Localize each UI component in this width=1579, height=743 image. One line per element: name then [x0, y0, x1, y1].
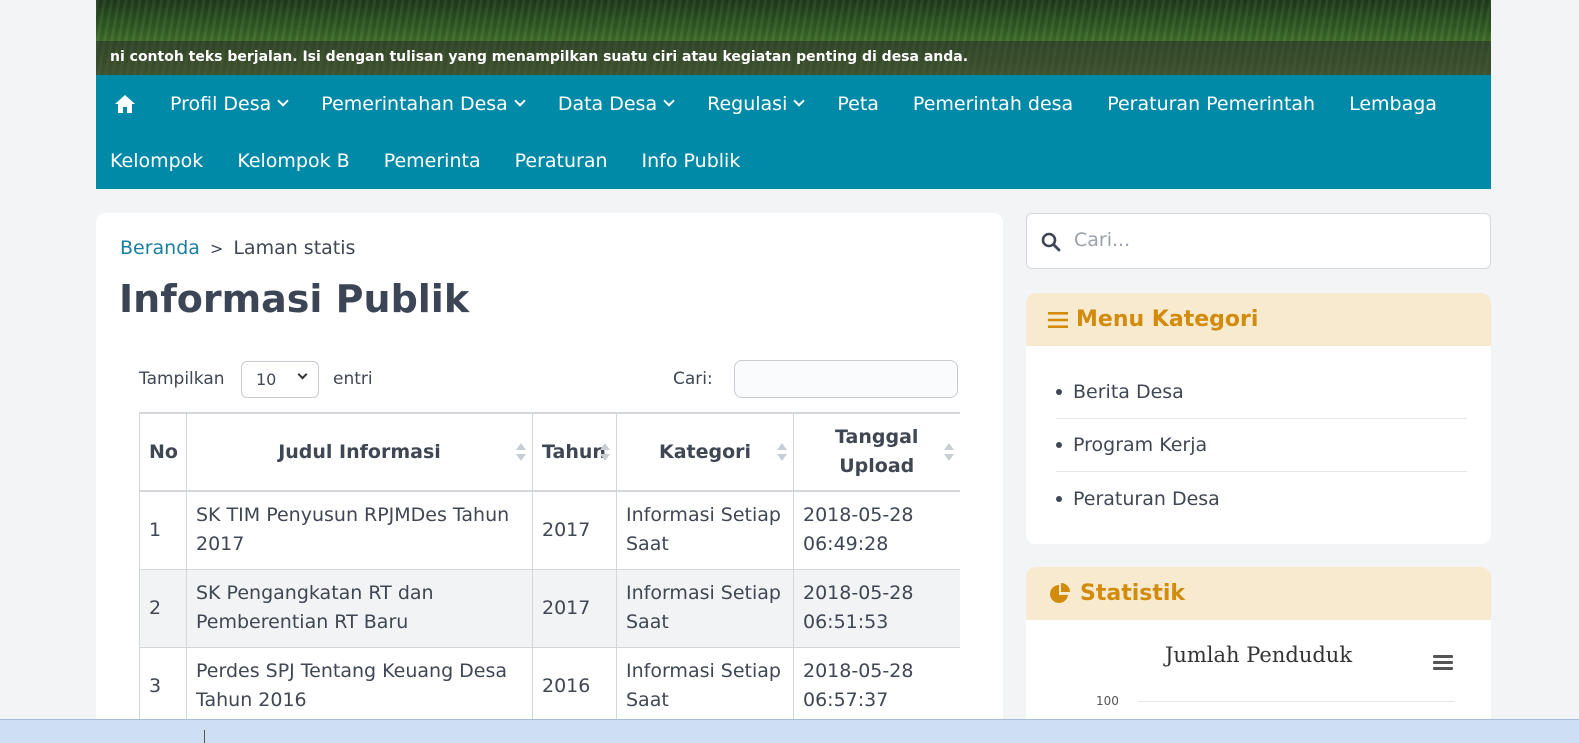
- chevron-down-icon: [663, 95, 675, 107]
- sort-icon: [600, 443, 610, 461]
- home-icon[interactable]: [96, 94, 153, 114]
- main-content-card: Beranda > Laman statis Informasi Publik …: [96, 213, 1003, 743]
- column-header-no[interactable]: No: [139, 412, 187, 492]
- sort-icon: [943, 443, 954, 461]
- nav-item-pemerintah-desa[interactable]: Pemerintah desa: [896, 93, 1090, 115]
- table-cell: Informasi Setiap Saat: [616, 568, 794, 648]
- table-cell: 2017: [532, 568, 617, 648]
- main-navbar: Profil Desa Pemerintahan Desa Data Desa Reg…: [96, 75, 1491, 189]
- menu-kategori-widget: Menu Kategori Berita Desa Program Kerja Pe…: [1026, 293, 1491, 544]
- category-item[interactable]: Program Kerja: [1056, 419, 1467, 472]
- nav-item-label: Regulasi: [707, 92, 788, 115]
- nav-item-pemerintahan-desa[interactable]: Pemerintahan Desa: [304, 93, 541, 115]
- nav-item-label: Peta: [837, 92, 879, 115]
- header-label: Judul Informasi: [278, 441, 441, 463]
- nav-item-label: Profil Desa: [170, 92, 272, 115]
- header-label: Tahun: [542, 441, 606, 463]
- nav-item-label: Lembaga: [1349, 92, 1437, 115]
- entries-length-value: 10: [256, 370, 277, 389]
- chart-title: Jumlah Penduduk: [1164, 643, 1353, 667]
- table-search-label: Cari:: [673, 369, 713, 389]
- table-cell[interactable]: SK Pengangkatan RT dan Pemberentian RT B…: [186, 568, 533, 648]
- table-cell: 1: [139, 490, 187, 570]
- sidebar-search-input[interactable]: Cari...: [1026, 213, 1491, 269]
- chart-menu-icon[interactable]: [1433, 655, 1453, 673]
- nav-row-2: Kelompok Kelompok B Pemerinta Peraturan Info…: [96, 132, 757, 189]
- bottom-status-bar: [0, 719, 1579, 743]
- nav-item-regulasi[interactable]: Regulasi: [690, 93, 820, 115]
- chevron-down-icon: [277, 95, 289, 107]
- table-cell[interactable]: SK TIM Penyusun RPJMDes Tahun 2017: [186, 490, 533, 570]
- sort-icon: [516, 443, 526, 461]
- nav-item-label: Pemerintah desa: [912, 92, 1074, 115]
- nav-item-pemerinta[interactable]: Pemerinta: [367, 150, 498, 172]
- table-row: 3 Perdes SPJ Tentang Keuang Desa Tahun 20…: [139, 646, 960, 726]
- search-placeholder: Cari...: [1074, 229, 1131, 251]
- chevron-down-icon: [297, 369, 308, 380]
- show-entries-label: Tampilkan: [139, 369, 225, 389]
- statistik-widget: Statistik Jumlah Penduduk 100: [1026, 567, 1491, 743]
- category-item[interactable]: Berita Desa: [1056, 366, 1467, 419]
- table-cell: Informasi Setiap Saat: [616, 490, 794, 570]
- pie-chart-icon: [1050, 582, 1070, 603]
- column-header-judul[interactable]: Judul Informasi: [186, 412, 533, 492]
- menu-kategori-title: Menu Kategori: [1076, 307, 1259, 332]
- table-cell: 2018-05-28 06:51:53: [793, 568, 960, 648]
- nav-row-1: Profil Desa Pemerintahan Desa Data Desa Reg…: [96, 75, 1454, 132]
- nav-item-peraturan-pemerintah[interactable]: Peraturan Pemerintah: [1090, 93, 1332, 115]
- nav-item-label: Data Desa: [557, 92, 658, 115]
- header-label: Tanggal Upload: [835, 426, 919, 477]
- nav-item-info-publik[interactable]: Info Publik: [625, 150, 758, 172]
- category-list: Berita Desa Program Kerja Peraturan Desa: [1026, 346, 1491, 525]
- nav-item-label: Pemerintahan Desa: [321, 92, 508, 115]
- nav-item-kelompok-b[interactable]: Kelompok B: [220, 150, 366, 172]
- info-table: No Judul Informasi Tahun Kategori Tangga…: [139, 412, 960, 726]
- text-cursor: [204, 730, 205, 743]
- breadcrumb-current: Laman statis: [233, 237, 356, 259]
- page-title: Informasi Publik: [119, 277, 470, 321]
- nav-item-data-desa[interactable]: Data Desa: [541, 93, 690, 115]
- chart-gridline: [1138, 701, 1455, 702]
- bars-icon: [1048, 311, 1068, 328]
- table-search-input[interactable]: [734, 360, 958, 398]
- category-item[interactable]: Peraturan Desa: [1056, 472, 1467, 525]
- header-banner: ni contoh teks berjalan. Isi dengan tuli…: [96, 0, 1491, 75]
- breadcrumb-home-link[interactable]: Beranda: [120, 237, 200, 259]
- breadcrumb-separator: >: [209, 238, 224, 258]
- nav-item-lembaga[interactable]: Lembaga: [1332, 93, 1454, 115]
- table-cell: Informasi Setiap Saat: [616, 646, 794, 726]
- table-cell: 2018-05-28 06:49:28: [793, 490, 960, 570]
- column-header-tahun[interactable]: Tahun: [532, 412, 617, 492]
- column-header-tanggal[interactable]: Tanggal Upload: [793, 412, 960, 492]
- statistik-header: Statistik: [1026, 567, 1491, 620]
- statistik-title: Statistik: [1080, 581, 1186, 606]
- chevron-down-icon: [514, 95, 526, 107]
- menu-kategori-header: Menu Kategori: [1026, 293, 1491, 346]
- sort-icon: [777, 443, 787, 461]
- running-text: ni contoh teks berjalan. Isi dengan tuli…: [96, 41, 1491, 75]
- nav-item-profil-desa[interactable]: Profil Desa: [153, 93, 304, 115]
- table-cell: 3: [139, 646, 187, 726]
- table-cell: 2018-05-28 06:57:37: [793, 646, 960, 726]
- search-icon: [1041, 232, 1061, 252]
- chevron-down-icon: [793, 95, 806, 107]
- header-label: Kategori: [658, 441, 752, 463]
- table-cell: 2016: [532, 646, 617, 726]
- header-label: No: [149, 441, 178, 463]
- table-cell: 2: [139, 568, 187, 648]
- breadcrumb: Beranda > Laman statis: [120, 237, 355, 259]
- nav-item-peta[interactable]: Peta: [820, 93, 896, 115]
- y-axis-tick: 100: [1096, 694, 1119, 708]
- table-cell: 2017: [532, 490, 617, 570]
- nav-item-label: Peraturan Pemerintah: [1107, 92, 1316, 115]
- entries-length-select[interactable]: 10: [241, 361, 319, 398]
- table-row: 2 SK Pengangkatan RT dan Pemberentian RT …: [139, 568, 960, 648]
- table-row: 1 SK TIM Penyusun RPJMDes Tahun 2017 2017 I…: [139, 490, 960, 570]
- nav-item-peraturan[interactable]: Peraturan: [498, 150, 625, 172]
- entries-suffix-label: entri: [333, 369, 373, 389]
- column-header-kategori[interactable]: Kategori: [616, 412, 794, 492]
- nav-item-kelompok[interactable]: Kelompok: [96, 150, 220, 172]
- table-cell[interactable]: Perdes SPJ Tentang Keuang Desa Tahun 201…: [186, 646, 533, 726]
